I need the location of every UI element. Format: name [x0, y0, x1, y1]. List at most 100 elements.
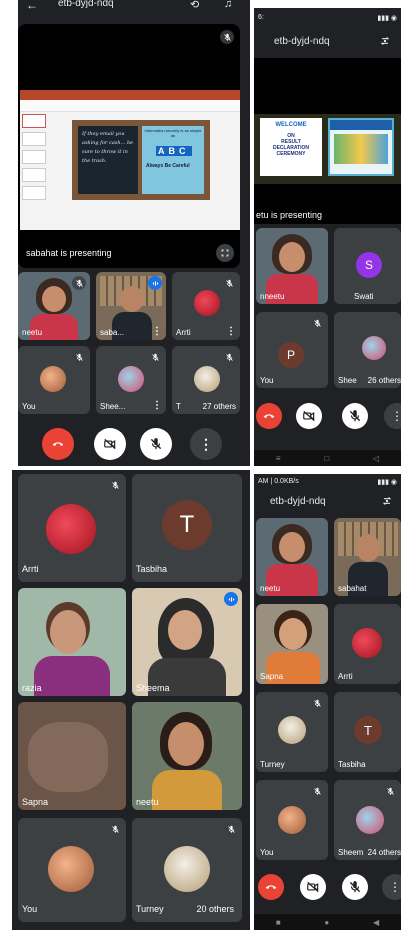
participant-name: neetu [260, 584, 281, 593]
participant-tile-neetu[interactable]: neetu [132, 702, 242, 810]
participant-tile-arrti[interactable]: Arrti [18, 474, 126, 582]
flip-camera-icon[interactable]: ⟲ [190, 0, 199, 11]
recents-icon[interactable]: ≡ [276, 454, 281, 463]
avatar [356, 806, 384, 834]
participant-tile-arrti[interactable]: Arrti [334, 604, 401, 684]
participant-tile-neetu[interactable]: neetu [18, 272, 90, 340]
participant-tile-sapna[interactable]: Sapna [18, 702, 126, 810]
participant-name: You [260, 376, 274, 385]
participant-tile-you[interactable]: P You [256, 312, 328, 388]
end-call-button[interactable] [42, 428, 74, 460]
avatar [118, 366, 144, 392]
participant-tile-tasbiha[interactable]: T Tasbiha [334, 692, 401, 772]
mic-off-button[interactable] [140, 428, 172, 460]
meet-panel-1: ← etb-dyjd-ndq ⟲ ♫ If they email you ask… [18, 0, 250, 466]
avatar: T [354, 716, 382, 744]
participant-name: You [22, 402, 36, 411]
participant-tile-sapna[interactable]: Sapna [256, 604, 328, 684]
presentation-tile[interactable]: If they email you asking for cash... be … [18, 24, 240, 268]
participant-name: Shee... [100, 402, 126, 411]
meet-panel-3: Arrti T Tasbiha razia Sheema Sapna neetu… [12, 470, 250, 930]
mic-off-icon [222, 350, 236, 364]
avatar [278, 806, 306, 834]
back-arrow-icon[interactable]: ← [26, 0, 38, 12]
participant-tile-sabahat[interactable]: saba... ⋮ [96, 272, 166, 340]
participant-name: Sapna [22, 797, 49, 807]
status-bar: 6: [258, 14, 264, 21]
slide-ceremony: CEREMONY [276, 151, 306, 157]
participant-tile-you[interactable]: You [18, 818, 126, 922]
flip-camera-icon[interactable] [378, 34, 392, 48]
more-options-icon[interactable]: ⋮ [152, 327, 162, 337]
others-tile[interactable]: Sheem 24 others [334, 780, 401, 860]
avatar [352, 628, 382, 658]
participant-tile-arrti[interactable]: Arrti ⋮ [172, 272, 240, 340]
participant-tile-swati[interactable]: S Swati [334, 228, 401, 304]
participant-tile-turney[interactable]: Turney 20 others [132, 818, 242, 922]
more-options-button[interactable]: ⋮ [382, 874, 401, 900]
mic-off-icon [310, 696, 324, 710]
status-icons: ▮▮▮ ◉ [377, 15, 397, 22]
participant-tile-razia[interactable]: razia [18, 588, 126, 696]
participant-tile-sheema[interactable]: Sheema [132, 588, 242, 696]
home-icon[interactable]: ● [324, 918, 329, 927]
speaking-indicator-icon [148, 276, 162, 290]
avatar: S [356, 252, 382, 278]
participant-tile-neetu[interactable]: neetu [256, 518, 328, 596]
others-tile[interactable]: T 27 others [172, 346, 240, 414]
meeting-title[interactable]: etb-dyjd-ndq [274, 36, 330, 47]
more-options-icon[interactable]: ⋮ [152, 401, 162, 411]
slide-welcome-card: WELCOME ON RESULT DECLARATION CEREMONY [260, 118, 322, 176]
participant-name: saba... [100, 328, 125, 337]
mic-off-button[interactable] [342, 403, 368, 429]
shared-screen: WELCOME ON RESULT DECLARATION CEREMONY [254, 114, 401, 184]
more-options-button[interactable]: ⋮ [190, 428, 222, 460]
meeting-title[interactable]: etb-dyjd-ndq [270, 496, 326, 507]
camera-off-button[interactable] [94, 428, 126, 460]
mic-off-button[interactable] [342, 874, 368, 900]
others-tile[interactable]: Shee 26 others [334, 312, 401, 388]
participant-name: Arrti [22, 564, 39, 574]
presentation-tile[interactable]: WELCOME ON RESULT DECLARATION CEREMONY e… [254, 58, 401, 224]
participant-tile-sabahat[interactable]: sabahat [334, 518, 401, 596]
mic-off-icon [72, 350, 86, 364]
flip-camera-icon[interactable] [380, 494, 394, 508]
participant-tile-tasbiha[interactable]: T Tasbiha [132, 474, 242, 582]
participant-name: Sheem [338, 848, 364, 857]
fullscreen-button[interactable] [216, 244, 234, 262]
back-icon[interactable]: ◁ [373, 454, 379, 463]
recents-icon[interactable]: ■ [276, 918, 281, 927]
participant-name: razia [22, 683, 42, 693]
participant-tile-turney[interactable]: Turney [256, 692, 328, 772]
slide-banner [328, 118, 394, 176]
slide-acronym-words: Always Be Careful [146, 163, 190, 169]
mic-off-icon [310, 316, 324, 330]
participant-name: Sapna [260, 672, 284, 681]
home-icon[interactable]: □ [324, 454, 329, 463]
mic-off-icon [224, 822, 238, 836]
meeting-title[interactable]: etb-dyjd-ndq [58, 0, 114, 9]
avatar [194, 290, 220, 316]
end-call-button[interactable] [258, 874, 284, 900]
more-options-button[interactable]: ⋮ [384, 403, 401, 429]
back-icon[interactable]: ◀ [373, 918, 379, 927]
slide-welcome: WELCOME [275, 122, 307, 128]
participant-name: Shee [338, 376, 357, 385]
avatar [40, 366, 66, 392]
camera-off-button[interactable] [300, 874, 326, 900]
participant-name: neetu [22, 328, 43, 337]
participant-tile-sheema[interactable]: Shee... ⋮ [96, 346, 166, 414]
more-options-icon[interactable]: ⋮ [226, 327, 236, 337]
participant-tile-you[interactable]: You [18, 346, 90, 414]
mic-off-icon [148, 350, 162, 364]
audio-output-icon[interactable]: ♫ [224, 0, 232, 10]
avatar [48, 846, 94, 892]
participant-tile-neetu[interactable]: nneetu [256, 228, 328, 304]
participant-name: nneetu [260, 292, 285, 301]
speaking-indicator-icon [224, 592, 238, 606]
avatar [164, 846, 210, 892]
participant-tile-you[interactable]: You [256, 780, 328, 860]
end-call-button[interactable] [256, 403, 282, 429]
camera-off-button[interactable] [296, 403, 322, 429]
participant-name: Arrti [338, 672, 353, 681]
